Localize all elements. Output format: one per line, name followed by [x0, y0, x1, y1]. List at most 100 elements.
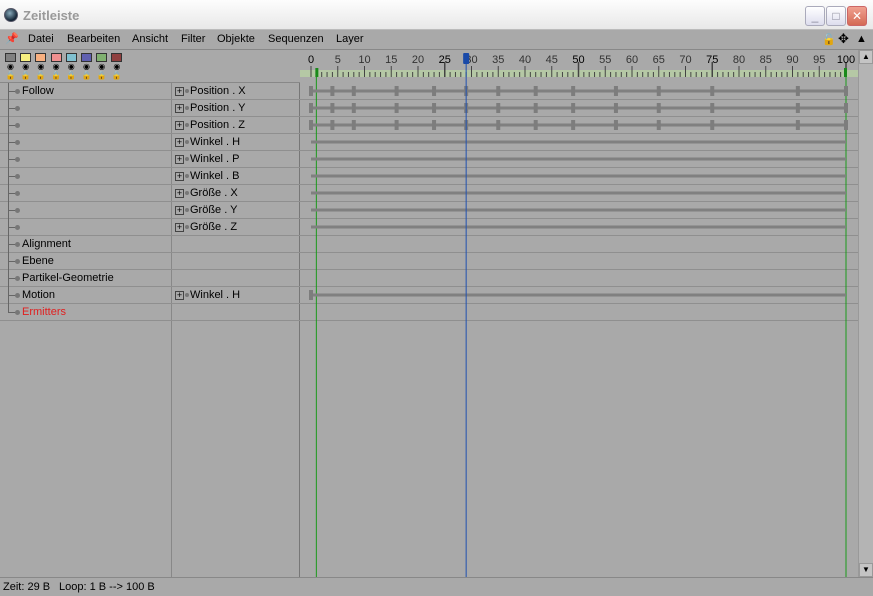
layer-color-swatch[interactable]	[5, 53, 16, 62]
expand-icon[interactable]: +	[175, 155, 184, 164]
layer-color-swatch[interactable]	[35, 53, 47, 62]
menu-objekte[interactable]: Objekte	[217, 33, 255, 45]
preview-start-marker	[315, 68, 319, 77]
pin-icon[interactable]: 📌	[5, 32, 19, 45]
keyframe	[571, 103, 576, 113]
vertical-scrollbar[interactable]: ▲ ▼	[858, 50, 873, 577]
warning-icon[interactable]: ▲	[856, 33, 867, 45]
keyframe	[656, 103, 661, 113]
lock-icon[interactable]: 🔒	[20, 72, 31, 80]
keyframe	[533, 103, 538, 113]
status-loop: Loop: 1 B --> 100 B	[59, 581, 155, 593]
keyframe	[432, 86, 437, 96]
eye-icon[interactable]: ◉	[81, 63, 92, 71]
keyframe	[351, 103, 356, 113]
move-icon[interactable]: ✥	[838, 31, 849, 47]
keyframe	[710, 120, 715, 130]
layer-color-swatch[interactable]	[65, 53, 77, 62]
ruler-label: 95	[813, 54, 825, 66]
track-label[interactable]: Größe . Z	[190, 221, 237, 233]
lock-icon[interactable]: 🔓	[822, 33, 836, 46]
layer-color-swatch[interactable]	[20, 53, 32, 62]
menu-sequenzen[interactable]: Sequenzen	[268, 33, 324, 45]
object-dot-icon	[15, 123, 20, 128]
expand-icon[interactable]: +	[175, 291, 184, 300]
current-time-marker	[463, 53, 470, 64]
lock-icon[interactable]: 🔒	[35, 72, 46, 80]
lock-icon[interactable]: 🔒	[81, 72, 92, 80]
keyframe	[309, 86, 313, 96]
keyframe	[309, 120, 313, 130]
layer-color-swatch[interactable]	[96, 53, 108, 62]
object-label[interactable]: Follow	[22, 85, 54, 97]
menu-datei[interactable]: Datei	[28, 33, 54, 45]
eye-icon[interactable]: ◉	[35, 63, 46, 71]
eye-icon[interactable]: ◉	[111, 63, 122, 71]
keyframe	[496, 103, 501, 113]
object-label[interactable]: Partikel-Geometrie	[22, 272, 114, 284]
menu-filter[interactable]: Filter	[181, 33, 205, 45]
track-label[interactable]: Position . Y	[190, 102, 245, 114]
track-label[interactable]: Position . Z	[190, 119, 245, 131]
close-button[interactable]: ✕	[847, 6, 867, 26]
object-label[interactable]: Ermitters	[22, 306, 66, 318]
ruler-label: 20	[412, 54, 424, 66]
lock-icon[interactable]: 🔒	[5, 72, 16, 80]
track-label[interactable]: Winkel . H	[190, 136, 240, 148]
expand-icon[interactable]: +	[175, 172, 184, 181]
keyframe	[496, 120, 501, 130]
lock-icon[interactable]: 🔒	[96, 72, 107, 80]
keyframe	[795, 120, 800, 130]
maximize-button[interactable]: □	[826, 6, 846, 26]
expand-icon[interactable]: +	[175, 189, 184, 198]
preview-end-marker	[844, 68, 847, 77]
scroll-down-button[interactable]: ▼	[859, 563, 873, 577]
keyframe	[571, 86, 576, 96]
track-label[interactable]: Position . X	[190, 85, 246, 97]
track-dot-icon	[185, 157, 189, 161]
track-label[interactable]: Größe . X	[190, 187, 238, 199]
lock-icon[interactable]: 🔒	[111, 72, 122, 80]
lock-icon[interactable]: 🔒	[51, 72, 62, 80]
ruler-label: 75	[706, 54, 718, 66]
ruler-label: 85	[760, 54, 772, 66]
keyframe	[330, 86, 335, 96]
track-dot-icon	[185, 89, 189, 93]
track-label[interactable]: Winkel . P	[190, 153, 240, 165]
scroll-up-button[interactable]: ▲	[859, 50, 873, 64]
menu-bearbeiten[interactable]: Bearbeiten	[67, 33, 120, 45]
menu-ansicht[interactable]: Ansicht	[132, 33, 168, 45]
lock-icon[interactable]: 🔒	[66, 72, 77, 80]
track-label[interactable]: Winkel . H	[190, 289, 240, 301]
keyframe	[844, 120, 848, 130]
expand-icon[interactable]: +	[175, 121, 184, 130]
expand-icon[interactable]: +	[175, 223, 184, 232]
ruler-label: 5	[335, 54, 341, 66]
eye-icon[interactable]: ◉	[96, 63, 107, 71]
tree-line	[8, 83, 9, 312]
object-dot-icon	[15, 225, 20, 230]
track-label[interactable]: Größe . Y	[190, 204, 237, 216]
timeline[interactable]: 0 5 10 15 20 25 30 35 40 45 50 55 60 65 70 75 80 85 90 95 10…	[300, 50, 858, 577]
object-dot-icon	[15, 276, 20, 281]
object-dot-icon	[15, 259, 20, 264]
eye-icon[interactable]: ◉	[51, 63, 62, 71]
minimize-button[interactable]: _	[805, 6, 825, 26]
eye-icon[interactable]: ◉	[5, 63, 16, 71]
object-label[interactable]: Motion	[22, 289, 55, 301]
expand-icon[interactable]: +	[175, 87, 184, 96]
layer-color-swatch[interactable]	[50, 53, 62, 62]
eye-icon[interactable]: ◉	[20, 63, 31, 71]
eye-icon[interactable]: ◉	[66, 63, 77, 71]
expand-icon[interactable]: +	[175, 104, 184, 113]
layer-color-swatch[interactable]	[111, 53, 123, 62]
layer-color-swatch[interactable]	[81, 53, 92, 62]
status-bar: Zeit: 29 B Loop: 1 B --> 100 B	[0, 577, 873, 596]
expand-icon[interactable]: +	[175, 206, 184, 215]
keyframe	[710, 103, 715, 113]
object-label[interactable]: Ebene	[22, 255, 54, 267]
menu-layer[interactable]: Layer	[336, 33, 364, 45]
object-label[interactable]: Alignment	[22, 238, 71, 250]
expand-icon[interactable]: +	[175, 138, 184, 147]
track-label[interactable]: Winkel . B	[190, 170, 240, 182]
